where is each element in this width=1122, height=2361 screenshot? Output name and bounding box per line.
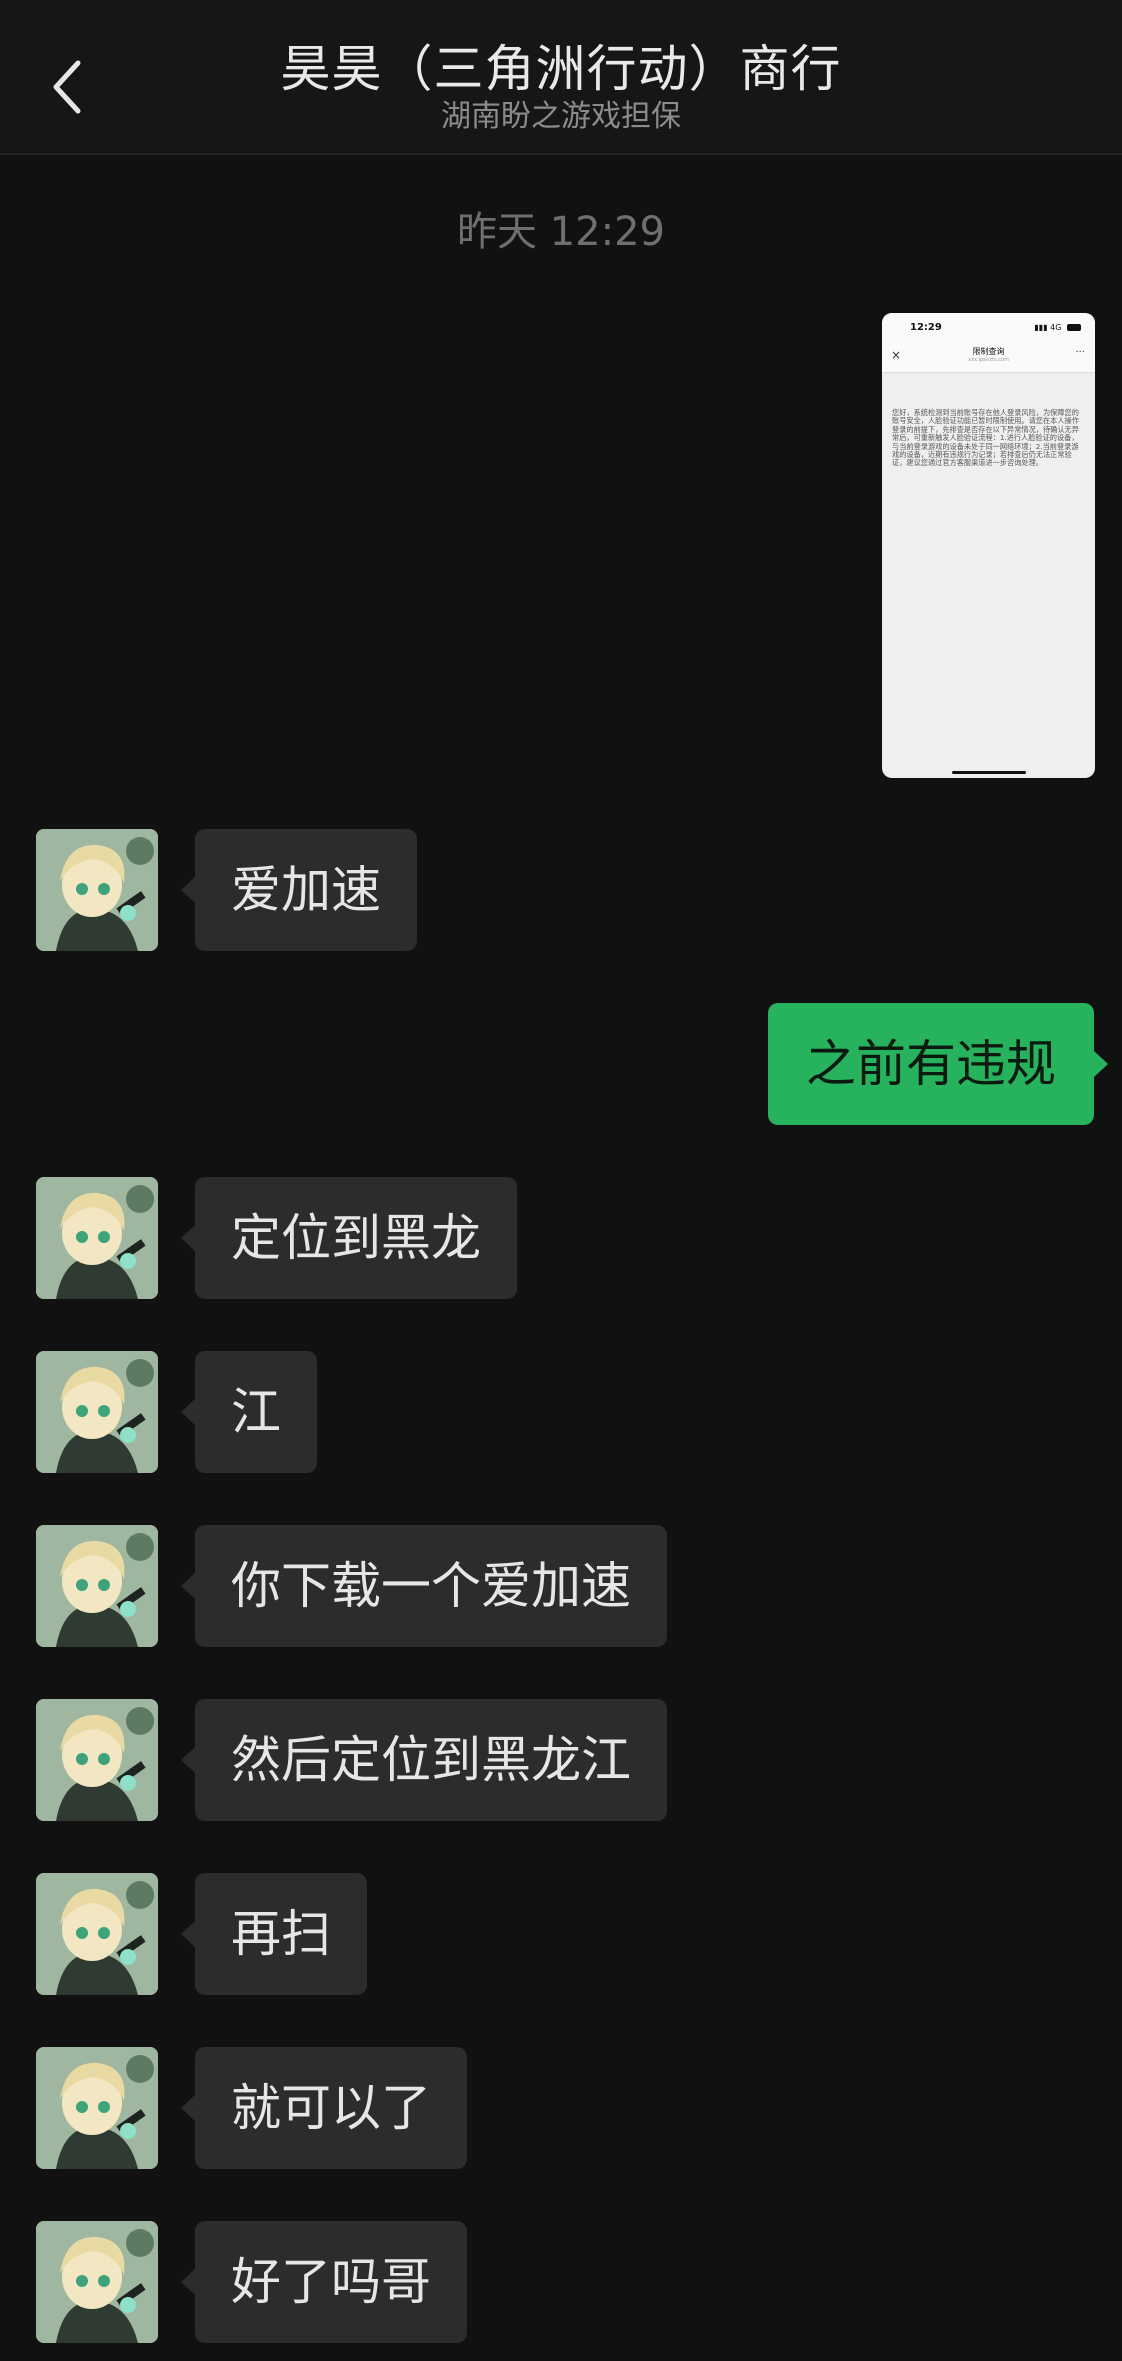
avatar[interactable] [36,1699,158,1821]
message-bubble[interactable]: 江 [181,1351,317,1473]
avatar[interactable] [36,1525,158,1647]
message-bubble[interactable]: 你下载一个爱加速 [181,1525,667,1647]
network-type: 4G [1050,323,1062,332]
message-bubble[interactable]: 再扫 [181,1873,367,1995]
chat-title[interactable]: 昊昊（三角洲行动）商行 [0,38,1122,100]
screenshot-body-text: 您好，系统检测到当前账号存在他人登录风险，为保障您的账号安全，人脸验证功能已暂时… [892,408,1079,468]
avatar[interactable] [36,1873,158,1995]
signal-icon: ▮▮▮ [1034,323,1048,332]
avatar[interactable] [36,2221,158,2343]
message-timestamp: 昨天 12:29 [457,209,665,255]
avatar-image [36,1699,158,1821]
avatar-image [36,2221,158,2343]
screenshot-status-bar: 12:29 ▮▮▮ 4G [882,313,1095,343]
image-message[interactable]: 12:29 ▮▮▮ 4G × 限制查询 xxx.ipanzhi.com ··· … [882,313,1095,778]
home-indicator [952,771,1026,774]
top-bar: 昊昊（三角洲行动）商行 湖南盼之游戏担保 [0,0,1122,155]
avatar[interactable] [36,2047,158,2169]
avatar-image [36,1525,158,1647]
avatar-image [36,1177,158,1299]
avatar[interactable] [36,829,158,951]
message-bubble[interactable]: 然后定位到黑龙江 [181,1699,667,1821]
avatar-image [36,1873,158,1995]
battery-icon [1067,324,1081,331]
message-bubble[interactable]: 就可以了 [181,2047,467,2169]
message-bubble[interactable]: 好了吗哥 [181,2221,467,2343]
avatar-image [36,1351,158,1473]
more-icon: ··· [1075,347,1085,358]
avatar[interactable] [36,1351,158,1473]
screenshot-page-url: xxx.ipanzhi.com [968,357,1009,363]
screenshot-page-title: 限制查询 [972,347,1005,356]
message-bubble[interactable]: 定位到黑龙 [181,1177,517,1299]
avatar[interactable] [36,1177,158,1299]
message-bubble[interactable]: 爱加速 [181,829,417,951]
screenshot-signal-icons: ▮▮▮ 4G [1034,323,1081,332]
message-bubble-outgoing[interactable]: 之前有违规 [768,1003,1108,1125]
avatar-image [36,2047,158,2169]
screenshot-time: 12:29 [910,322,942,333]
screenshot-nav-bar: × 限制查询 xxx.ipanzhi.com ··· [882,343,1095,373]
avatar-image [36,829,158,951]
chat-subtitle: 湖南盼之游戏担保 [441,99,681,134]
